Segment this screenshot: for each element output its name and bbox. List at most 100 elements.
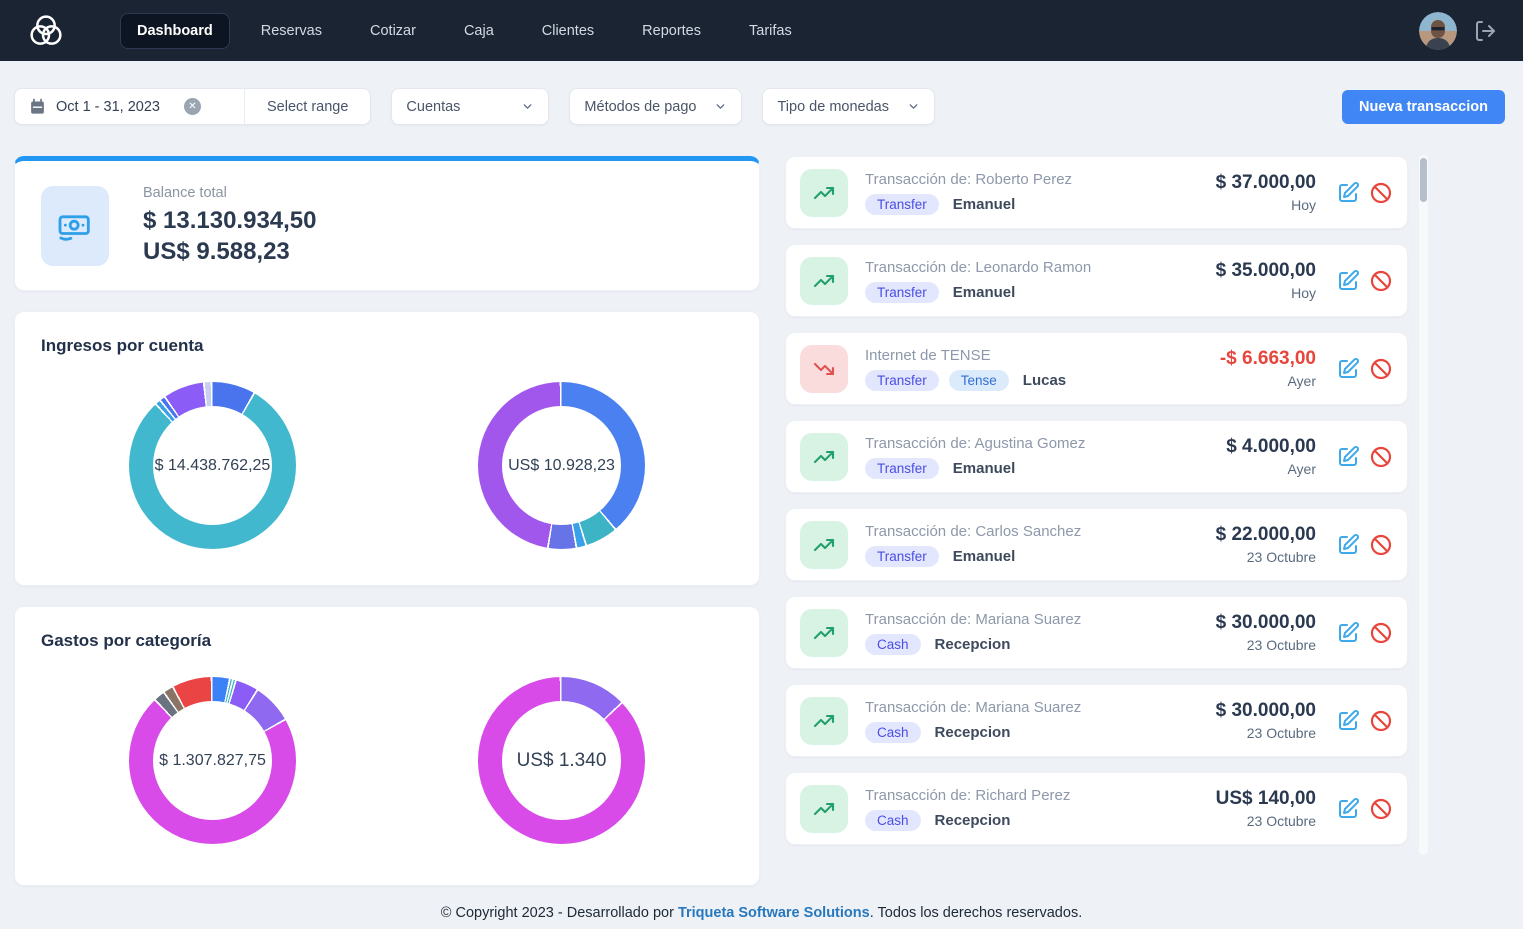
transaction-title: Transacción de: Carlos Sanchez: [865, 523, 1216, 540]
avatar[interactable]: [1419, 12, 1457, 50]
main-content: Balance total $ 13.130.934,50 US$ 9.588,…: [14, 156, 1523, 906]
block-icon[interactable]: [1369, 445, 1393, 469]
transaction-meta: Transfer Emanuel: [865, 194, 1216, 215]
badge-cash: Cash: [865, 810, 921, 831]
edit-icon[interactable]: [1336, 181, 1360, 205]
gastos-charts: $ 1.307.827,75 US$ 1.340: [41, 677, 733, 844]
transaction-title: Transacción de: Mariana Suarez: [865, 611, 1216, 628]
footer-text-before: © Copyright 2023 - Desarrollado por: [441, 905, 678, 921]
block-icon[interactable]: [1369, 533, 1393, 557]
select-range-button[interactable]: Select range: [245, 89, 370, 124]
transaction-amounts: $ 37.000,00 Hoy: [1216, 172, 1316, 213]
donut-chart-gastos-usd: US$ 1.340: [478, 677, 645, 844]
transaction-main: Transacción de: Leonardo Ramon Transfer …: [865, 259, 1216, 303]
transaction-badges: Transfer: [865, 282, 939, 303]
block-icon[interactable]: [1369, 709, 1393, 733]
nav-item-reportes[interactable]: Reportes: [625, 13, 718, 49]
balance-usd: US$ 9.588,23: [143, 236, 317, 267]
transaction-meta: Transfer Emanuel: [865, 546, 1216, 567]
nav-item-caja[interactable]: Caja: [447, 13, 511, 49]
transactions-scrollbar[interactable]: [1419, 155, 1428, 855]
transaction-row[interactable]: Transacción de: Carlos Sanchez Transfer …: [785, 508, 1408, 581]
footer-link[interactable]: Triqueta Software Solutions: [678, 905, 870, 921]
transaction-row[interactable]: Transacción de: Agustina Gomez Transfer …: [785, 420, 1408, 493]
trending-up-icon: [812, 621, 836, 645]
transaction-meta: Transfer Emanuel: [865, 282, 1216, 303]
transaction-badges: Transfer Tense: [865, 370, 1009, 391]
transaction-badges: Cash: [865, 810, 921, 831]
nav-item-dashboard[interactable]: Dashboard: [120, 13, 230, 49]
transaction-person: Lucas: [1023, 372, 1066, 389]
block-icon[interactable]: [1369, 797, 1393, 821]
transaction-actions: [1336, 181, 1393, 205]
new-transaction-button[interactable]: Nueva transaccion: [1342, 90, 1505, 124]
transaction-amount: $ 4.000,00: [1226, 436, 1316, 458]
transaction-row[interactable]: Internet de TENSE TransferTense Lucas -$…: [785, 332, 1408, 405]
filter-dropdown[interactable]: Métodos de pago: [569, 88, 742, 125]
edit-icon[interactable]: [1336, 797, 1360, 821]
transaction-amounts: $ 30.000,00 23 Octubre: [1216, 612, 1316, 653]
transaction-amounts: $ 4.000,00 Ayer: [1226, 436, 1316, 477]
transaction-date: Ayer: [1220, 373, 1316, 389]
block-icon[interactable]: [1369, 269, 1393, 293]
transaction-actions: [1336, 621, 1393, 645]
nav-item-tarifas[interactable]: Tarifas: [732, 13, 809, 49]
filter-dropdowns: Cuentas Métodos de pago Tipo de monedas: [391, 88, 935, 125]
edit-icon[interactable]: [1336, 533, 1360, 557]
clear-date-icon[interactable]: ✕: [184, 98, 201, 115]
logout-icon[interactable]: [1473, 19, 1497, 43]
edit-icon[interactable]: [1336, 269, 1360, 293]
transaction-main: Transacción de: Mariana Suarez Cash Rece…: [865, 699, 1216, 743]
transaction-date: 23 Octubre: [1216, 725, 1316, 741]
transaction-main: Transacción de: Mariana Suarez Cash Rece…: [865, 611, 1216, 655]
transaction-person: Recepcion: [935, 812, 1011, 829]
gastos-card: Gastos por categoría $ 1.307.827,75 US$ …: [14, 606, 760, 886]
transaction-actions: [1336, 357, 1393, 381]
edit-icon[interactable]: [1336, 709, 1360, 733]
donut-center-label: US$ 10.928,23: [508, 457, 615, 475]
block-icon[interactable]: [1369, 181, 1393, 205]
badge-tense: Tense: [949, 370, 1009, 391]
donut-center-label: $ 1.307.827,75: [159, 752, 266, 770]
edit-icon[interactable]: [1336, 445, 1360, 469]
transactions-list: Transacción de: Roberto Perez Transfer E…: [785, 156, 1408, 860]
transaction-date: 23 Octubre: [1216, 637, 1316, 653]
edit-icon[interactable]: [1336, 357, 1360, 381]
transaction-amount: $ 30.000,00: [1216, 612, 1316, 634]
transaction-amount: $ 30.000,00: [1216, 700, 1316, 722]
transaction-badges: Transfer: [865, 458, 939, 479]
nav-item-clientes[interactable]: Clientes: [525, 13, 611, 49]
transaction-title: Transacción de: Richard Perez: [865, 787, 1216, 804]
date-range-input[interactable]: Oct 1 - 31, 2023 ✕: [15, 89, 245, 124]
transaction-badges: Transfer: [865, 546, 939, 567]
transaction-badges: Cash: [865, 634, 921, 655]
transaction-row[interactable]: Transacción de: Mariana Suarez Cash Rece…: [785, 684, 1408, 757]
edit-icon[interactable]: [1336, 621, 1360, 645]
transaction-title: Internet de TENSE: [865, 347, 1220, 364]
transaction-amounts: $ 22.000,00 23 Octubre: [1216, 524, 1316, 565]
transaction-row[interactable]: Transacción de: Mariana Suarez Cash Rece…: [785, 596, 1408, 669]
block-icon[interactable]: [1369, 621, 1393, 645]
transaction-main: Internet de TENSE Transfer Tense Lucas: [865, 347, 1220, 391]
transaction-row[interactable]: Transacción de: Leonardo Ramon Transfer …: [785, 244, 1408, 317]
badge-transfer: Transfer: [865, 546, 939, 567]
transaction-person: Recepcion: [935, 724, 1011, 741]
transaction-direction-iconbox: [800, 609, 848, 657]
scrollbar-thumb[interactable]: [1420, 158, 1427, 202]
transaction-row[interactable]: Transacción de: Roberto Perez Transfer E…: [785, 156, 1408, 229]
transaction-person: Emanuel: [953, 548, 1016, 565]
gastos-title: Gastos por categoría: [41, 631, 733, 651]
filter-bar: Oct 1 - 31, 2023 ✕ Select range Cuentas …: [14, 88, 1505, 125]
nav-item-cotizar[interactable]: Cotizar: [353, 13, 433, 49]
app-logo[interactable]: [26, 11, 70, 51]
top-navbar: Dashboard Reservas Cotizar Caja Clientes Repo…: [0, 0, 1523, 61]
ingresos-charts: $ 14.438.762,25 US$ 10.928,23: [41, 382, 733, 549]
filter-dropdown[interactable]: Cuentas: [391, 88, 549, 125]
block-icon[interactable]: [1369, 357, 1393, 381]
transaction-row[interactable]: Transacción de: Richard Perez Cash Recep…: [785, 772, 1408, 845]
trending-up-icon: [812, 533, 836, 557]
badge-transfer: Transfer: [865, 370, 939, 391]
chevron-down-icon: [521, 100, 534, 113]
filter-dropdown[interactable]: Tipo de monedas: [762, 88, 935, 125]
nav-item-reservas[interactable]: Reservas: [244, 13, 339, 49]
